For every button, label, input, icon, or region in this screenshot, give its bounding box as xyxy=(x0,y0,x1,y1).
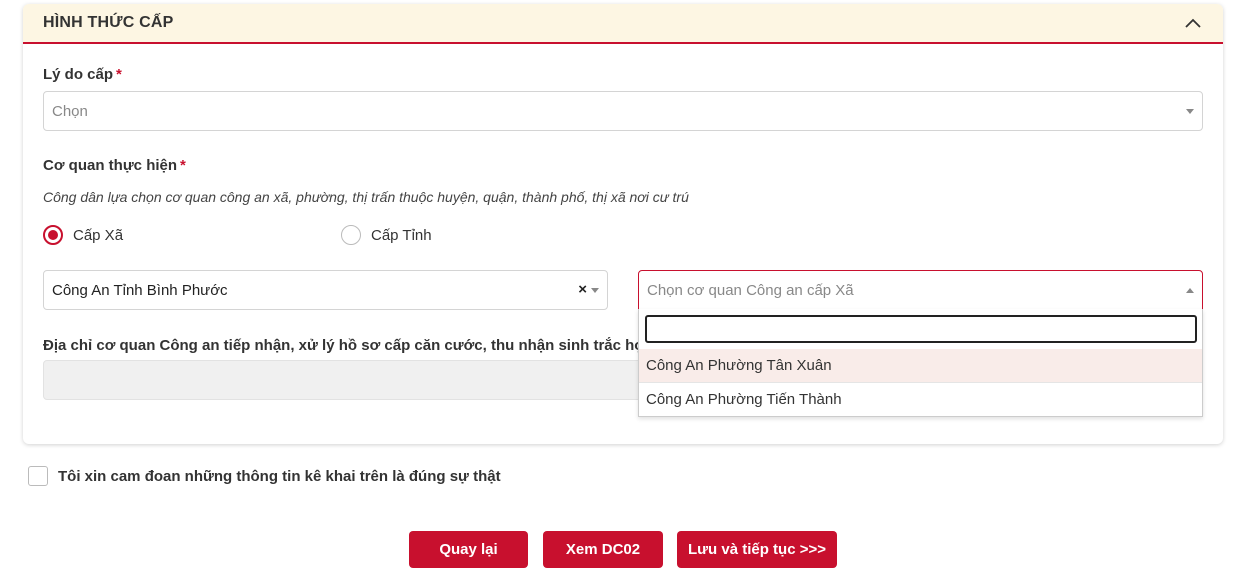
ward-search-input[interactable] xyxy=(645,315,1197,343)
radio-level-province[interactable]: Cấp Tỉnh xyxy=(341,225,432,245)
radio-level-commune[interactable]: Cấp Xã xyxy=(43,225,123,245)
radio-checked-indicator xyxy=(43,225,63,245)
commitment-label: Tôi xin cam đoan những thông tin kê khai… xyxy=(58,467,501,485)
caret-down-icon xyxy=(591,288,599,293)
agency-label: Cơ quan thực hiện * xyxy=(43,157,186,174)
required-mark: * xyxy=(116,66,122,83)
ward-dropdown-panel: Công An Phường Tân Xuân Công An Phường T… xyxy=(638,309,1203,417)
chevron-up-icon[interactable] xyxy=(1183,13,1203,33)
view-dc02-button[interactable]: Xem DC02 xyxy=(543,531,663,568)
agency-hint: Công dân lựa chọn cơ quan công an xã, ph… xyxy=(43,189,689,205)
required-mark: * xyxy=(180,157,186,174)
reason-select-placeholder: Chọn xyxy=(52,102,88,120)
reason-label-text: Lý do cấp xyxy=(43,66,114,83)
caret-down-icon xyxy=(1186,109,1194,114)
agency-label-text: Cơ quan thực hiện xyxy=(43,157,178,174)
reason-label: Lý do cấp * xyxy=(43,66,122,83)
clear-icon[interactable]: × xyxy=(578,281,587,299)
section-title: HÌNH THỨC CẤP xyxy=(43,14,174,31)
ward-agency-placeholder: Chọn cơ quan Công an cấp Xã xyxy=(647,281,854,299)
save-continue-button[interactable]: Lưu và tiếp tục >>> xyxy=(677,531,837,568)
province-agency-value: Công An Tỉnh Bình Phước xyxy=(52,281,228,299)
ward-agency-select[interactable]: Chọn cơ quan Công an cấp Xã xyxy=(638,270,1203,310)
section-header[interactable]: HÌNH THỨC CẤP xyxy=(23,4,1223,44)
radio-level-commune-label: Cấp Xã xyxy=(73,226,124,244)
ward-option[interactable]: Công An Phường Tiến Thành xyxy=(639,383,1202,416)
radio-level-province-label: Cấp Tỉnh xyxy=(371,226,432,244)
address-label: Địa chỉ cơ quan Công an tiếp nhận, xử lý… xyxy=(43,337,638,354)
caret-up-icon xyxy=(1186,288,1194,293)
radio-unchecked-indicator xyxy=(341,225,361,245)
ward-option[interactable]: Công An Phường Tân Xuân xyxy=(639,349,1202,382)
commitment-checkbox[interactable] xyxy=(28,466,48,486)
province-agency-select[interactable]: Công An Tỉnh Bình Phước × xyxy=(43,270,608,310)
commitment-checkbox-row[interactable]: Tôi xin cam đoan những thông tin kê khai… xyxy=(28,466,501,486)
reason-select[interactable]: Chọn xyxy=(43,91,1203,131)
back-button[interactable]: Quay lại xyxy=(409,531,528,568)
